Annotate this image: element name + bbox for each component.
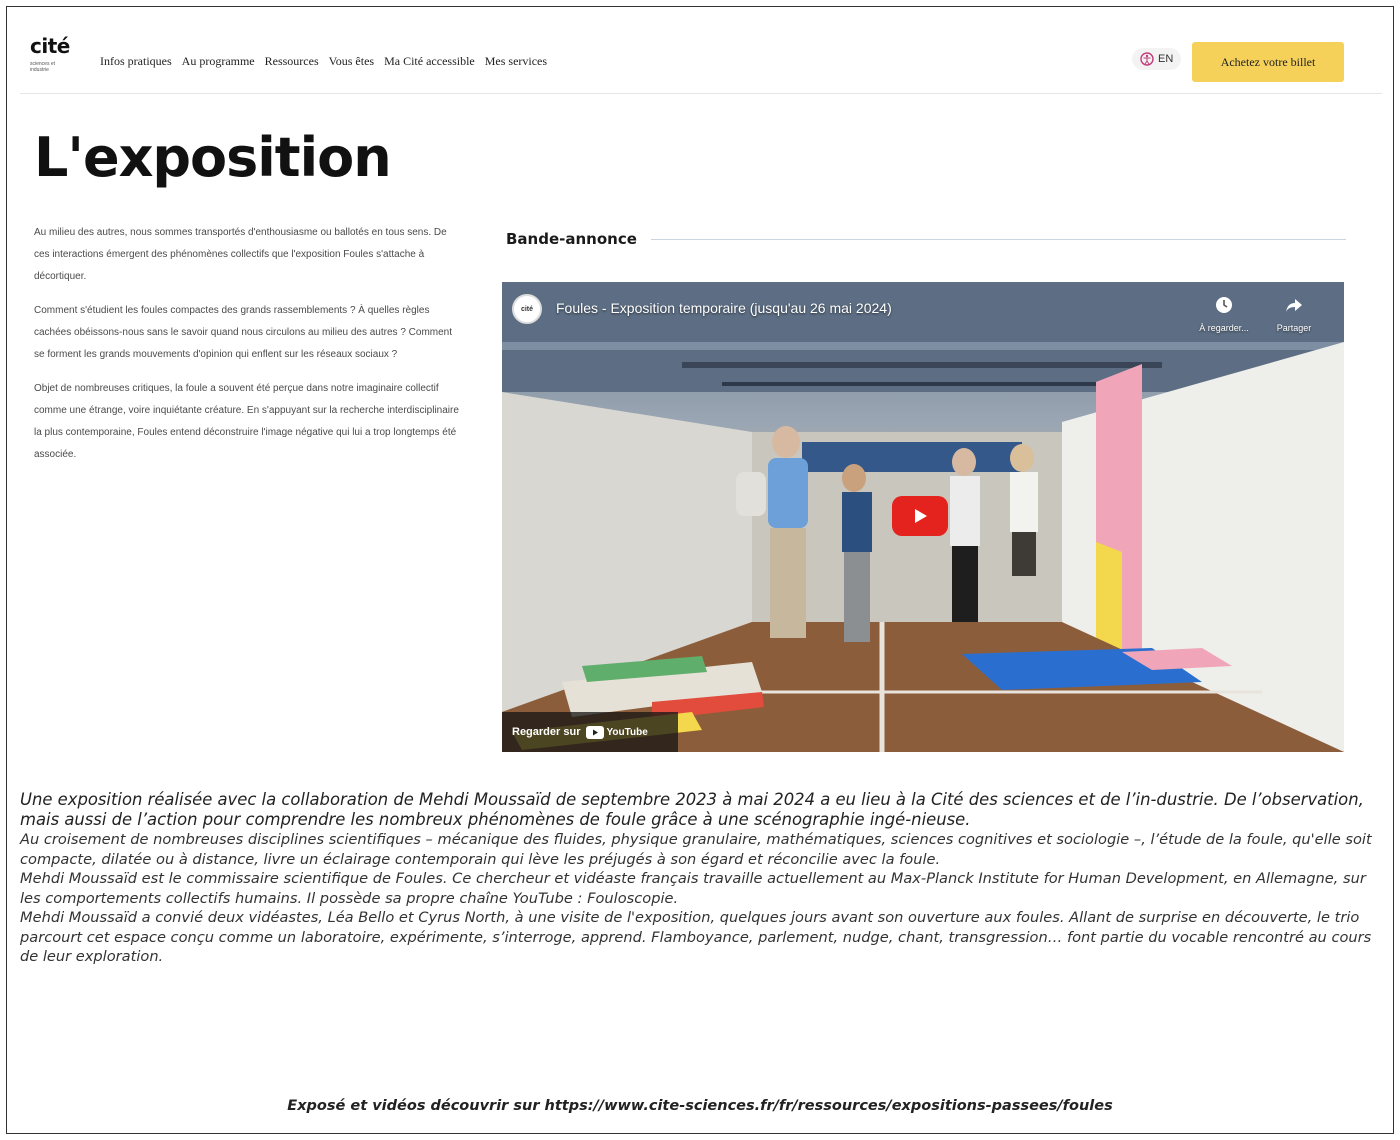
buy-ticket-button[interactable]: Achetez votre billet bbox=[1192, 42, 1344, 82]
intro-paragraph: Au milieu des autres, nous sommes transp… bbox=[34, 227, 447, 282]
caption-paragraph: Mehdi Moussaïd a convié deux vidéastes, … bbox=[20, 909, 1372, 965]
video-title[interactable]: Foules - Exposition temporaire (jusqu'au… bbox=[556, 300, 892, 316]
play-icon bbox=[915, 509, 927, 523]
share-button[interactable]: Partager bbox=[1264, 296, 1324, 333]
language-switch[interactable]: EN bbox=[1132, 48, 1182, 70]
youtube-icon bbox=[586, 725, 605, 739]
logo-text: cité bbox=[30, 34, 70, 58]
caption-paragraph: Au croisement de nombreuses disciplines … bbox=[20, 831, 1372, 868]
share-label: Partager bbox=[1276, 323, 1312, 333]
nav-mes-services[interactable]: Mes services bbox=[485, 54, 547, 69]
page-title: L'exposition bbox=[34, 126, 392, 189]
source-link[interactable]: Exposé et vidéos découvrir sur https://w… bbox=[0, 1098, 1400, 1114]
top-navbar: cité sciences et industrie Infos pratiqu… bbox=[20, 24, 1382, 94]
nav-au-programme[interactable]: Au programme bbox=[182, 54, 255, 69]
figure-caption: Une exposition réalisée avec la collabor… bbox=[20, 790, 1382, 967]
trailer-heading: Bande-annonce bbox=[506, 230, 1346, 248]
intro-paragraph: Objet de nombreuses critiques, la foule … bbox=[34, 383, 459, 460]
channel-badge-text: cité bbox=[520, 305, 534, 313]
logo-subtext: sciences et industrie bbox=[30, 61, 56, 73]
watch-on-label: Regarder sur bbox=[512, 726, 581, 738]
caption-paragraph: Mehdi Moussaïd est le commissaire scient… bbox=[20, 870, 1366, 907]
watch-later-label: À regarder... bbox=[1199, 323, 1249, 333]
play-button[interactable] bbox=[892, 496, 948, 536]
nav-vous-etes[interactable]: Vous êtes bbox=[329, 54, 374, 69]
trailer-divider bbox=[650, 238, 1346, 240]
site-logo[interactable]: cité sciences et industrie bbox=[30, 34, 74, 73]
youtube-logo: YouTube bbox=[586, 725, 648, 739]
caption-lead: Une exposition réalisée avec la collabor… bbox=[20, 790, 1364, 829]
video-player[interactable]: cité Foules - Exposition temporaire (jus… bbox=[502, 282, 1344, 752]
website-screenshot: cité sciences et industrie Infos pratiqu… bbox=[20, 24, 1382, 770]
youtube-wordmark: YouTube bbox=[606, 726, 648, 738]
language-label: EN bbox=[1158, 53, 1174, 65]
watch-on-youtube[interactable]: Regarder sur YouTube bbox=[502, 712, 678, 752]
nav-ma-cite-accessible[interactable]: Ma Cité accessible bbox=[384, 54, 475, 69]
trailer-title: Bande-annonce bbox=[506, 230, 637, 248]
clock-icon bbox=[1216, 297, 1232, 313]
nav-ressources[interactable]: Ressources bbox=[265, 54, 319, 69]
watch-later-button[interactable]: À regarder... bbox=[1194, 296, 1254, 333]
accessibility-icon bbox=[1140, 52, 1154, 66]
share-icon bbox=[1286, 299, 1302, 312]
channel-avatar[interactable]: cité bbox=[512, 294, 542, 324]
intro-paragraph: Comment s'étudient les foules compactes … bbox=[34, 305, 453, 360]
nav-infos-pratiques[interactable]: Infos pratiques bbox=[100, 54, 172, 69]
main-nav: Infos pratiques Au programme Ressources … bbox=[100, 54, 547, 69]
intro-text: Au milieu des autres, nous sommes transp… bbox=[34, 222, 464, 478]
